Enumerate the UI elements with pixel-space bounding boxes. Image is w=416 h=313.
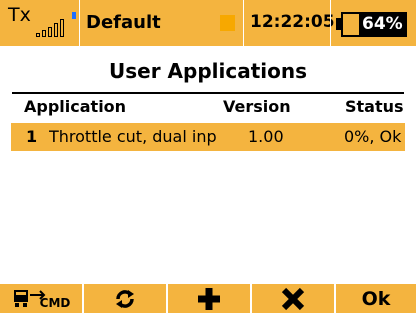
row-status: 0%, Ok bbox=[344, 127, 402, 146]
table-row[interactable]: 1 Throttle cut, dual inp 1.00 0%, Ok bbox=[11, 123, 405, 151]
cmd-button[interactable]: CMD bbox=[0, 284, 82, 313]
refresh-icon bbox=[116, 289, 134, 308]
row-version: 1.00 bbox=[248, 127, 284, 146]
column-header-status: Status bbox=[345, 97, 404, 116]
column-header-application: Application bbox=[24, 97, 127, 116]
delete-button[interactable] bbox=[252, 284, 334, 313]
alarm-indicator-icon bbox=[220, 15, 235, 31]
plus-icon bbox=[198, 287, 220, 310]
refresh-button[interactable] bbox=[84, 284, 166, 313]
footer-bar: CMD Ok bbox=[0, 284, 416, 313]
ok-label: Ok bbox=[361, 287, 391, 310]
model-name[interactable]: Default bbox=[86, 12, 161, 33]
add-button[interactable] bbox=[168, 284, 250, 313]
tx-label: Tx bbox=[8, 4, 31, 26]
x-icon bbox=[281, 287, 305, 310]
battery-percent: 64% bbox=[362, 14, 403, 34]
page-title: User Applications bbox=[108, 59, 307, 83]
column-header-version: Version bbox=[223, 97, 291, 116]
row-application-name: Throttle cut, dual inp bbox=[49, 127, 217, 146]
clock: 12:22:05 bbox=[250, 12, 335, 32]
row-index: 1 bbox=[26, 127, 38, 146]
status-bar: Tx Default 12:22:05 64% bbox=[0, 0, 416, 46]
ok-button[interactable]: Ok bbox=[336, 284, 416, 313]
title-divider bbox=[12, 92, 404, 94]
cmd-label: CMD bbox=[39, 295, 71, 310]
